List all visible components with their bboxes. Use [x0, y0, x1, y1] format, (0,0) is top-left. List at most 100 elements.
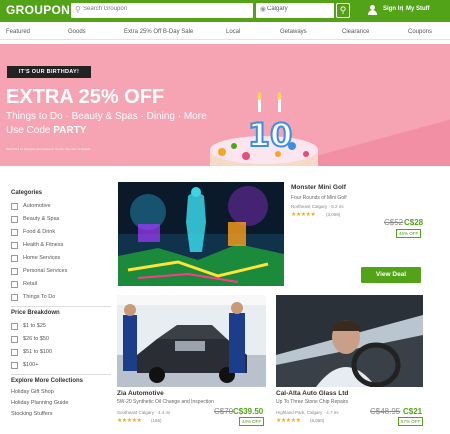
collection-stocking-stuffers[interactable]: Stocking Stuffers [11, 411, 52, 417]
checkbox[interactable] [11, 323, 18, 330]
nav-clearance[interactable]: Clearance [342, 29, 369, 35]
filter-price-26-50[interactable]: $26 to $50 [11, 335, 101, 344]
search-icon: ⚲ [75, 5, 81, 14]
deal-title[interactable]: Cal-Alta Auto Glass Ltd [276, 390, 348, 397]
checkbox[interactable] [11, 229, 18, 236]
checkbox[interactable] [11, 362, 18, 369]
auto-mechanics-photo[interactable] [117, 295, 266, 387]
deal-price: C$28 [404, 218, 424, 227]
view-deal-button[interactable]: View Deal [361, 267, 421, 283]
filter-price-100-plus[interactable]: $100+ [11, 361, 101, 370]
banner-headline: EXTRA 25% OFF [6, 86, 165, 108]
banner-promo-code: Use Code PARTY [6, 125, 86, 136]
nav-featured[interactable]: Featured [6, 29, 30, 35]
filter-label: Health & Fitness [23, 242, 64, 248]
filter-price-51-100[interactable]: $51 to $100 [11, 348, 101, 357]
filter-label: $26 to $50 [23, 336, 49, 342]
filter-label: $1 to $25 [23, 323, 46, 329]
deal-location: Highland Park, Calgary · 4.7 mi [276, 410, 339, 415]
checkbox[interactable] [11, 216, 18, 223]
checkbox[interactable] [11, 203, 18, 210]
filter-label: Beauty & Spas [23, 216, 60, 222]
deal-price: C$39.50 [233, 407, 264, 416]
sign-in-link[interactable]: Sign In [383, 6, 403, 12]
banner-subline: Things to Do · Beauty & Spas · Dining · … [6, 111, 207, 122]
divider [11, 374, 111, 375]
filter-label: $51 to $100 [23, 349, 53, 355]
nav-birthday-sale[interactable]: Extra 25% Off B-Day Sale [124, 29, 193, 35]
rating-stars: ★★★★★ [117, 418, 142, 424]
review-count: (165) [151, 418, 162, 423]
nav-goods[interactable]: Goods [68, 29, 86, 35]
review-count: (6,060) [310, 418, 325, 423]
checkbox[interactable] [11, 336, 18, 343]
deal-subtitle: Four Rounds of Mini Golf [291, 195, 347, 201]
divider [11, 306, 111, 307]
header-separator: | [402, 6, 404, 12]
checkbox[interactable] [11, 268, 18, 275]
search-box[interactable]: ⚲ [71, 3, 253, 18]
deal-subtitle: Up To Three Stone Chip Repairs [276, 399, 349, 405]
user-icon [368, 5, 377, 15]
checkbox[interactable] [11, 281, 18, 288]
checkbox[interactable] [11, 255, 18, 262]
birthday-cake-image: 10 [210, 92, 318, 166]
original-price: C$52 [384, 218, 404, 227]
checkbox[interactable] [11, 242, 18, 249]
checkbox[interactable] [11, 349, 18, 356]
filter-health-fitness[interactable]: Health & Fitness [11, 241, 101, 250]
collections-heading: Explore More Collections [11, 378, 84, 384]
cake-number: 10 [248, 116, 293, 154]
rating-stars: ★★★★★ [291, 212, 316, 218]
deal-price: C$21 [403, 407, 423, 416]
location-pin-icon: ◉ [260, 6, 267, 13]
filter-beauty-spas[interactable]: Beauty & Spas [11, 215, 101, 224]
birthday-badge: IT'S OUR BIRTHDAY! [7, 66, 91, 78]
mini-golf-photo[interactable] [118, 182, 284, 286]
review-count: (3,059) [326, 212, 341, 217]
price-heading: Price Breakdown [11, 310, 60, 316]
filter-food-drink[interactable]: Food & Drink [11, 228, 101, 237]
location-box[interactable]: ◉ [256, 3, 334, 18]
driver-in-car-photo[interactable] [276, 295, 423, 387]
filter-things-to-do[interactable]: Things To Do [11, 293, 101, 302]
deal-title[interactable]: Zia Automotive [117, 390, 164, 397]
category-nav: Featured Goods Extra 25% Off B-Day Sale … [0, 28, 450, 40]
search-input[interactable] [83, 6, 243, 12]
my-stuff-link[interactable]: My Stuff [406, 6, 430, 12]
deal-title[interactable]: Monster Mini Golf [291, 184, 346, 191]
filter-price-1-25[interactable]: $1 to $25 [11, 322, 101, 331]
banner-fine-print: Valid 4/13 on Groupon and Groupon Goods.… [6, 147, 91, 151]
groupon-logo[interactable]: GROUPON [6, 3, 70, 17]
nav-local[interactable]: Local [226, 29, 240, 35]
filter-label: Things To Do [23, 294, 56, 300]
nav-coupons[interactable]: Coupons [408, 29, 432, 35]
filter-personal-services[interactable]: Personal Services [11, 267, 101, 276]
rating-stars: ★★★★★ [276, 418, 301, 424]
filter-label: Home Services [23, 255, 61, 261]
nav-getaways[interactable]: Getaways [280, 29, 307, 35]
filter-label: Automotive [23, 203, 51, 209]
deal-location: Southeast Calgary · 4.4 mi [117, 410, 171, 415]
categories-heading: Categories [11, 190, 43, 196]
filter-label: Food & Drink [23, 229, 56, 235]
filter-label: Personal Services [23, 268, 68, 274]
filter-automotive[interactable]: Automotive [11, 202, 101, 211]
discount-badge: 46% OFF [396, 229, 422, 238]
search-icon: ⚲ [339, 5, 347, 15]
filter-home-services[interactable]: Home Services [11, 254, 101, 263]
deal-location: Northeast Calgary · 5.2 mi [291, 204, 344, 209]
deal-subtitle: 5W-20 Synthetic Oil Change and Inspectio… [117, 399, 214, 405]
search-button[interactable]: ⚲ [336, 3, 350, 18]
promo-code: PARTY [53, 125, 87, 136]
collection-holiday-planning[interactable]: Holiday Planning Guide [11, 400, 68, 406]
location-input[interactable] [267, 6, 331, 12]
collection-holiday-gift-shop[interactable]: Holiday Gift Shop [11, 389, 54, 395]
original-price: C$70 [214, 407, 234, 416]
discount-badge: 44% OFF [239, 417, 265, 426]
discount-badge: 57% OFF [398, 417, 424, 426]
original-price: C$48.95 [370, 407, 401, 416]
checkbox[interactable] [11, 294, 18, 301]
filter-retail[interactable]: Retail [11, 280, 101, 289]
promo-banner[interactable]: IT'S OUR BIRTHDAY! EXTRA 25% OFF Things … [0, 44, 450, 166]
